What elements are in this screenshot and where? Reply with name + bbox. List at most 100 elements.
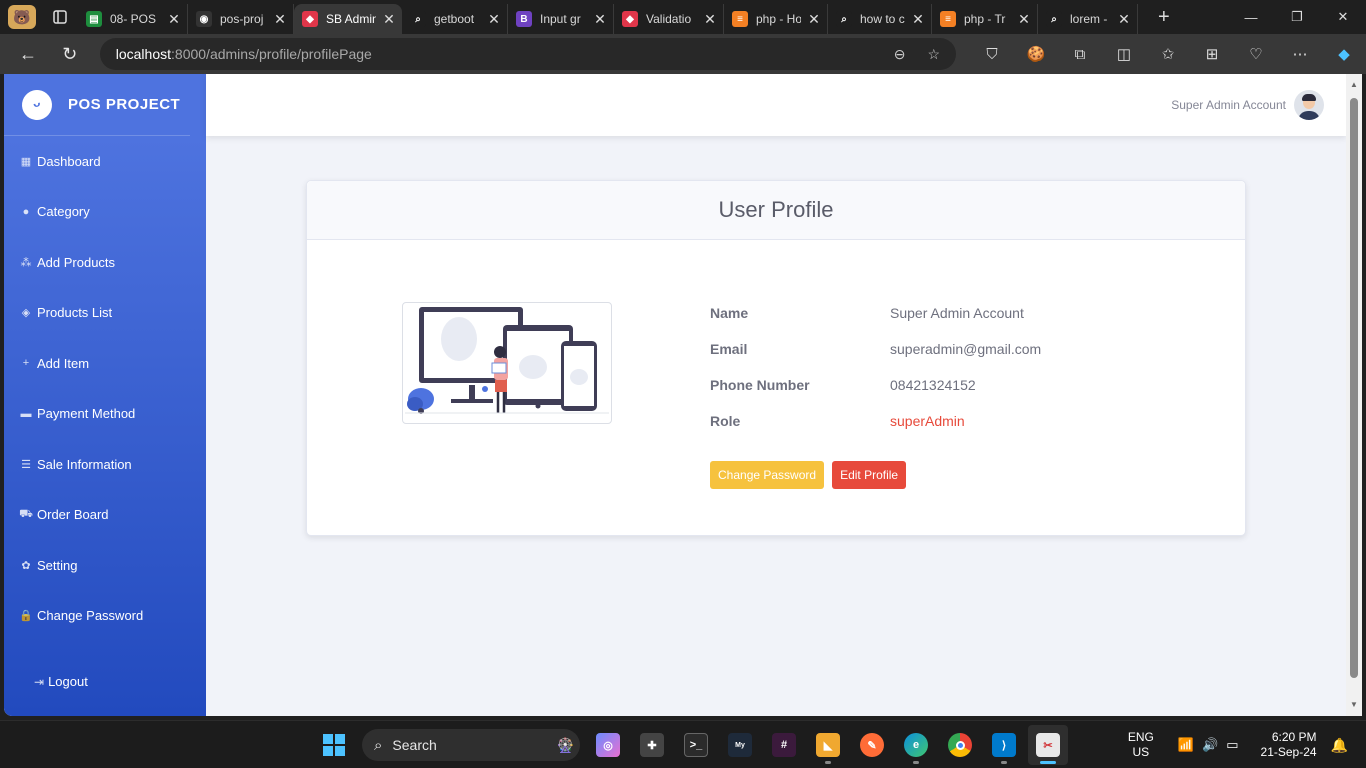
- sidebar-item-label: Dashboard: [37, 153, 101, 169]
- profile-row-email: Email superadmin@gmail.com: [710, 331, 1041, 367]
- shield-extension-icon[interactable]: ⛉: [970, 39, 1014, 69]
- name-label: Name: [710, 305, 749, 321]
- sidebar-item-setting[interactable]: ✿ Setting: [4, 540, 206, 591]
- favorites-icon[interactable]: ✩: [1146, 39, 1190, 69]
- browser-tab[interactable]: ≡ php - Tr ✕: [932, 4, 1038, 34]
- browser-tab[interactable]: ⌕ getboot ✕: [402, 4, 508, 34]
- profile-row-role: Role superAdmin: [710, 403, 1041, 439]
- more-menu-icon[interactable]: ⋯: [1278, 39, 1322, 69]
- tab-title: pos-proj: [220, 12, 264, 26]
- favorite-star-icon[interactable]: ☆: [927, 46, 940, 63]
- tab-close-icon[interactable]: ✕: [382, 11, 396, 28]
- collections-icon[interactable]: ⊞: [1190, 39, 1234, 69]
- tab-favicon-icon: B: [516, 11, 532, 27]
- address-bar-row: ← ↻ i localhost:8000/admins/profile/prof…: [0, 34, 1366, 164]
- copilot-icon[interactable]: ◆: [1322, 39, 1366, 69]
- browser-tab[interactable]: ◉ pos-proj ✕: [188, 4, 294, 34]
- snipping-app-icon[interactable]: ✂: [1028, 725, 1068, 765]
- browser-tab[interactable]: B Input gr ✕: [508, 4, 614, 34]
- sidebar-item-add-item[interactable]: + Add Item: [4, 338, 206, 389]
- logout-link[interactable]: ⇥ Logout: [34, 674, 88, 689]
- refresh-icon[interactable]: ↻: [56, 40, 84, 68]
- tab-close-icon[interactable]: ✕: [703, 11, 717, 28]
- scroll-down-icon[interactable]: ▼: [1350, 700, 1358, 709]
- game-app-icon[interactable]: ✚: [632, 725, 672, 765]
- scroll-up-icon[interactable]: ▲: [1350, 80, 1358, 89]
- tab-title: getboot: [434, 12, 475, 26]
- split-screen-icon[interactable]: ◫: [1102, 39, 1146, 69]
- sidebar-item-order-board[interactable]: ⛟ Order Board: [4, 490, 206, 541]
- sidebar-item-payment-method[interactable]: ▬ Payment Method: [4, 389, 206, 440]
- language-indicator[interactable]: ENG US: [1128, 730, 1154, 760]
- extensions-icon[interactable]: ⧉: [1058, 39, 1102, 69]
- browser-tab[interactable]: ≡ php - Ho ✕: [724, 4, 828, 34]
- tab-favicon-icon: ◆: [302, 11, 318, 27]
- browser-tab[interactable]: ◆ SB Admin ✕: [294, 4, 402, 34]
- tab-close-icon[interactable]: ✕: [1117, 11, 1131, 28]
- phone-number-value: 08421324152: [890, 377, 976, 393]
- postman-app-icon[interactable]: ✎: [852, 725, 892, 765]
- sidebar-item-label: Setting: [37, 557, 78, 573]
- health-icon[interactable]: ♡: [1234, 39, 1278, 69]
- sidebar-item-category[interactable]: ● Category: [4, 187, 206, 238]
- vscode-app-icon[interactable]: ⟩: [984, 725, 1024, 765]
- cookie-extension-icon[interactable]: 🍪: [1014, 39, 1058, 69]
- sidebar-item-products-list[interactable]: ◈ Products List: [4, 288, 206, 339]
- duck-app-icon[interactable]: ◣: [808, 725, 848, 765]
- browser-tab[interactable]: ⌕ lorem - S ✕: [1038, 4, 1138, 34]
- sidebar-item-label: Add Item: [37, 355, 90, 371]
- terminal-app-icon[interactable]: >_: [676, 725, 716, 765]
- tab-close-icon[interactable]: ✕: [167, 11, 181, 28]
- change-password-button[interactable]: Change Password: [710, 461, 825, 489]
- quick-settings[interactable]: 📶 🔊 ▭: [1178, 737, 1239, 753]
- sidebar-item-change-password[interactable]: 🔒 Change Password: [4, 591, 206, 642]
- tab-close-icon[interactable]: ✕: [593, 11, 607, 28]
- profile-row-phone-number: Phone Number 08421324152: [710, 367, 1041, 403]
- page-title: User Profile: [718, 197, 834, 222]
- search-icon: ⌕: [374, 736, 383, 754]
- edge-app-icon[interactable]: e: [896, 725, 936, 765]
- scrollbar-thumb[interactable]: [1350, 98, 1358, 678]
- url-path: :8000/admins/profile/profilePage: [171, 46, 372, 62]
- tab-close-icon[interactable]: ✕: [911, 11, 925, 28]
- profile-info: Name Super Admin Account Email superadmin@g…: [710, 295, 1041, 489]
- notification-bell-icon[interactable]: 🔔: [1331, 737, 1348, 754]
- copilot-app-icon[interactable]: ◎: [588, 725, 628, 765]
- sidebar-item-dashboard[interactable]: ▦ Dashboard: [4, 136, 206, 187]
- sidebar-brand[interactable]: ᵕ POS PROJECT: [4, 74, 190, 136]
- browser-tab[interactable]: ⌕ how to c ✕: [828, 4, 932, 34]
- chrome-app-icon[interactable]: [940, 725, 980, 765]
- browser-profile-icon[interactable]: 🐻: [8, 5, 36, 29]
- restore-icon[interactable]: ❐: [1274, 0, 1320, 34]
- tab-close-icon[interactable]: ✕: [487, 11, 501, 28]
- url-input[interactable]: i localhost:8000/admins/profile/profileP…: [99, 38, 956, 164]
- slack-app-icon[interactable]: #: [764, 725, 804, 765]
- taskbar: ⌕ Search 🎡 ◎ ✚ >_ My # ◣ ✎ e ⟩ ✂ ENG US …: [0, 720, 1366, 768]
- taskbar-search-input[interactable]: ⌕ Search 🎡: [362, 729, 580, 761]
- close-window-icon[interactable]: ✕: [1320, 0, 1366, 34]
- edit-profile-button[interactable]: Edit Profile: [832, 461, 907, 489]
- sidebar-item-add-products[interactable]: ⁂ Add Products: [4, 237, 206, 288]
- page-scrollbar[interactable]: ▲ ▼: [1346, 74, 1362, 716]
- mysql-app-icon[interactable]: My: [720, 725, 760, 765]
- category-icon: ●: [22, 205, 30, 218]
- taskbar-clock[interactable]: 6:20 PM 21-Sep-24: [1261, 730, 1317, 760]
- browser-tab[interactable]: ▤ 08- POS ✕: [78, 4, 188, 34]
- sidebar-item-sale-information[interactable]: ☰ Sale Information: [4, 439, 206, 490]
- back-icon[interactable]: ←: [14, 40, 42, 68]
- volume-icon: 🔊: [1202, 737, 1219, 752]
- minimize-icon[interactable]: —: [1228, 0, 1274, 34]
- sidebar-item-label: Sale Information: [37, 456, 132, 472]
- avatar[interactable]: [1294, 90, 1324, 120]
- tab-close-icon[interactable]: ✕: [807, 11, 821, 28]
- browser-tab[interactable]: ◆ Validatio ✕: [614, 4, 724, 34]
- topbar-user-name[interactable]: Super Admin Account: [1171, 98, 1286, 112]
- start-button[interactable]: [314, 725, 354, 765]
- new-tab-icon[interactable]: +: [1158, 6, 1170, 29]
- tab-favicon-icon: ⌕: [410, 11, 426, 27]
- tab-close-icon[interactable]: ✕: [1017, 11, 1031, 28]
- email-value: superadmin@gmail.com: [890, 341, 1042, 357]
- tab-actions-icon[interactable]: [48, 5, 72, 29]
- zoom-out-icon[interactable]: ⊖: [894, 46, 906, 63]
- tab-close-icon[interactable]: ✕: [273, 11, 287, 28]
